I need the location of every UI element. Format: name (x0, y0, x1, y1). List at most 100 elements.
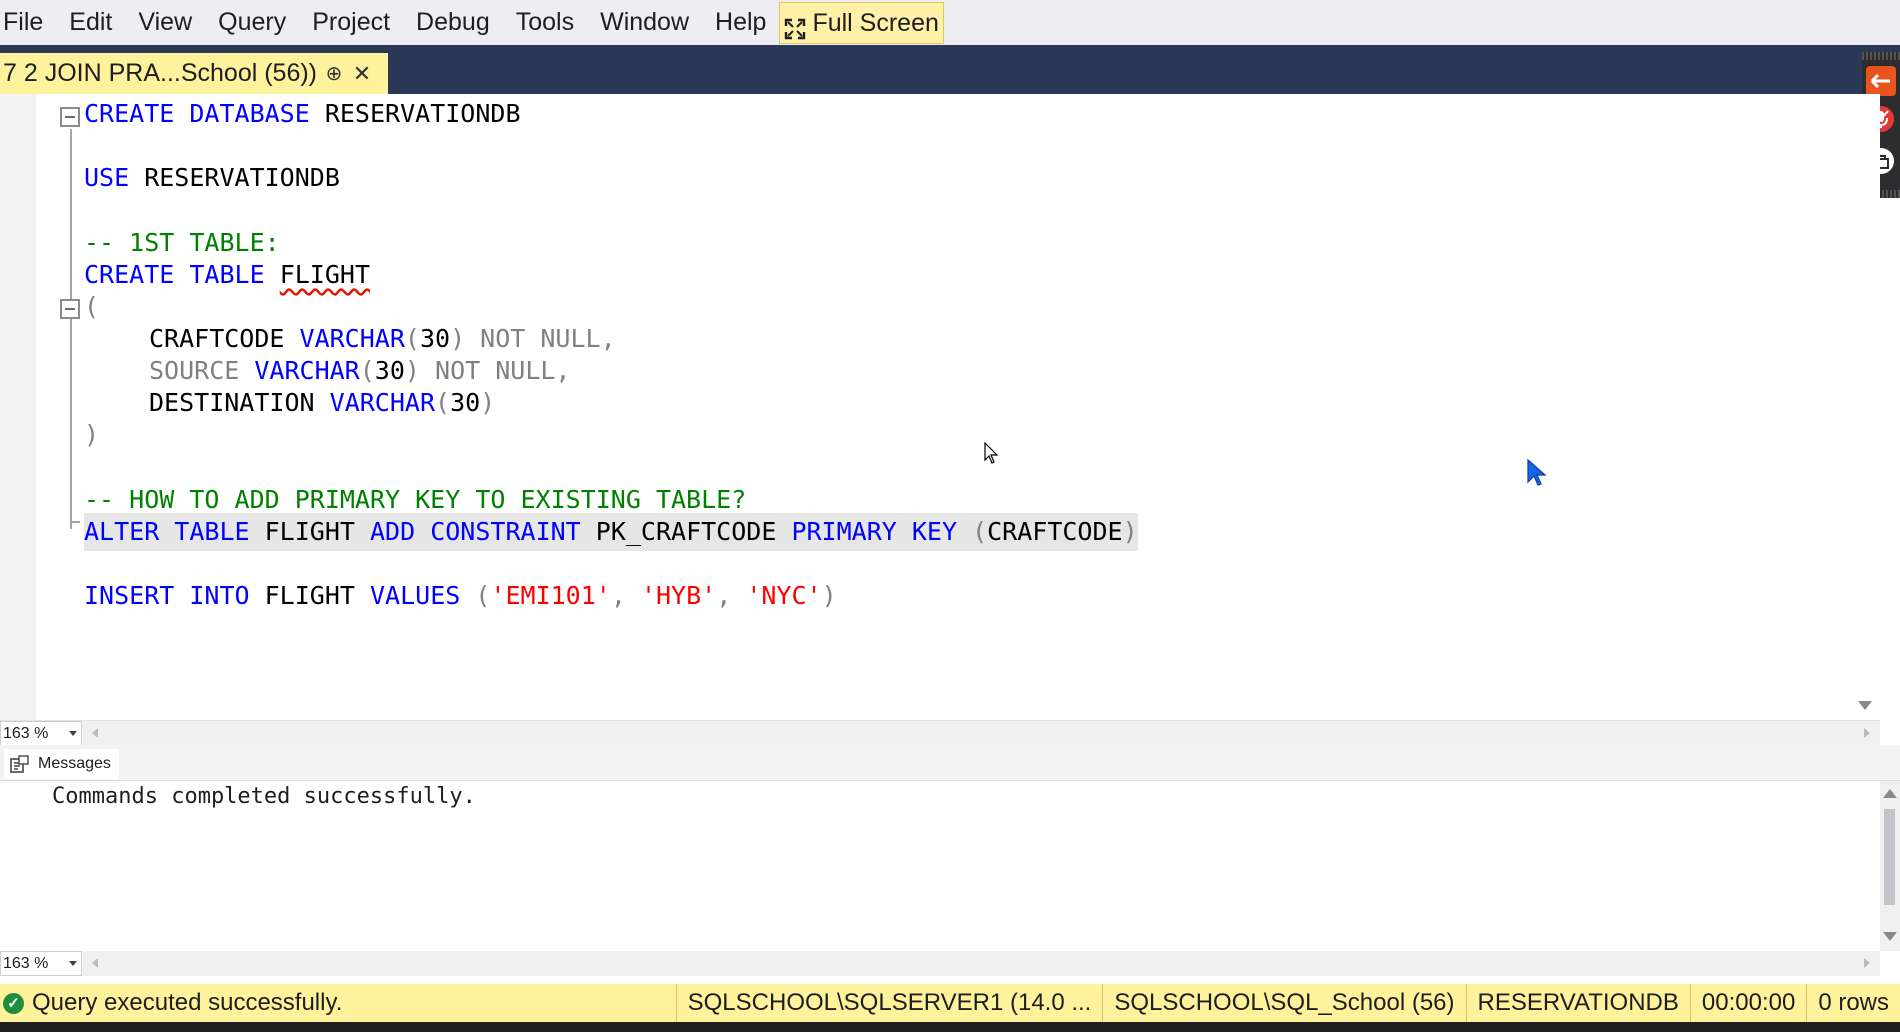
messages-tab-label: Messages (38, 755, 111, 772)
status-row-count: 0 rows (1806, 984, 1900, 1022)
highlighted-statement: ALTER TABLE FLIGHT ADD CONSTRAINT PK_CRA… (84, 513, 1138, 551)
sql-type: VARCHAR (299, 324, 405, 353)
chevron-down-icon (69, 731, 77, 736)
sql-keyword: PRIMARY KEY (791, 517, 958, 546)
editor-gutter (0, 94, 36, 720)
code-line: USE RESERVATIONDB (84, 159, 340, 197)
query-status: ✓ Query executed successfully. (0, 984, 676, 1022)
type-length: 30 (450, 388, 481, 417)
sql-identifier: PK_CRAFTCODE (580, 517, 792, 546)
code-line: CREATE DATABASE RESERVATIONDB (84, 95, 521, 133)
document-tab-title: 7 2 JOIN PRA...School (56)) (3, 59, 318, 87)
paren: ( (957, 517, 988, 546)
collapse-icon[interactable] (60, 107, 80, 127)
code-line: INSERT INTO FLIGHT VALUES ('EMI101', 'HY… (84, 577, 837, 615)
paren: ( (359, 356, 375, 385)
scroll-left-icon[interactable] (92, 958, 98, 968)
full-screen-label: Full Screen (812, 8, 939, 37)
column-name: DESTINATION (149, 388, 315, 417)
close-tab-icon[interactable]: ✕ (347, 61, 377, 87)
toolbar-grip-top[interactable] (1862, 52, 1900, 60)
status-login: SQLSCHOOL\SQL_School (56) (1102, 984, 1465, 1022)
sql-keyword: CREATE TABLE (84, 260, 265, 289)
menu-help[interactable]: Help (702, 0, 779, 45)
menu-tools[interactable]: Tools (503, 0, 587, 45)
column-name: CRAFTCODE (149, 324, 285, 353)
scroll-thumb[interactable] (1884, 809, 1895, 905)
scroll-down-icon[interactable] (1883, 932, 1897, 941)
status-database: RESERVATIONDB (1465, 984, 1690, 1022)
scroll-left-icon[interactable] (92, 728, 98, 738)
menu-query[interactable]: Query (205, 0, 299, 45)
query-status-text: Query executed successfully. (32, 989, 343, 1016)
paren: ) (821, 581, 837, 610)
editor-zoom-select[interactable]: 163 % (0, 721, 82, 746)
collapse-arrow-icon[interactable] (1866, 66, 1896, 96)
menu-window[interactable]: Window (587, 0, 702, 45)
sql-keyword: USE (84, 163, 130, 192)
separator: , (716, 581, 747, 610)
document-tab[interactable]: 7 2 JOIN PRA...School (56)) ⊕ ✕ (0, 53, 388, 94)
sql-keyword: ALTER TABLE (84, 517, 250, 546)
scroll-right-icon[interactable] (1864, 958, 1870, 968)
results-tab-strip: Messages (0, 745, 1900, 781)
paren: ) (404, 356, 420, 385)
paren: ( (404, 324, 420, 353)
sql-identifier-error: FLIGHT (279, 260, 370, 289)
sql-type: VARCHAR (329, 388, 435, 417)
open-paren: ( (84, 292, 100, 321)
menu-debug[interactable]: Debug (403, 0, 503, 45)
paren: ( (435, 388, 451, 417)
sql-identifier: FLIGHT (249, 517, 370, 546)
sql-identifier: RESERVATIONDB (309, 99, 521, 128)
menu-edit[interactable]: Edit (56, 0, 125, 45)
paren: ) (1122, 517, 1138, 546)
messages-scrollbar[interactable] (1880, 781, 1900, 951)
menu-file[interactable]: File (0, 0, 56, 45)
column-name: SOURCE (149, 356, 240, 385)
full-screen-button[interactable]: Full Screen (779, 1, 944, 44)
paren: ( (460, 581, 491, 610)
messages-zoom-value: 163 % (3, 955, 49, 972)
mouse-pointer-icon (984, 442, 999, 464)
code-line: DESTINATION VARCHAR(30) (149, 384, 495, 422)
code-line: CREATE TABLE FLIGHT (84, 256, 370, 294)
column-name: CRAFTCODE (987, 517, 1123, 546)
messages-panel[interactable]: Commands completed successfully. (0, 781, 1880, 951)
messages-tab[interactable]: Messages (4, 749, 119, 779)
messages-bottom-bar: 163 % (0, 951, 1880, 976)
sql-keyword: VALUES (370, 581, 461, 610)
query-editor[interactable]: CREATE DATABASE RESERVATIONDB USE RESERV… (0, 94, 1880, 720)
close-paren: ) (84, 420, 100, 449)
document-tab-strip: 7 2 JOIN PRA...School (56)) ⊕ ✕ (0, 45, 1900, 94)
success-check-icon: ✓ (3, 992, 24, 1014)
taskbar-edge (0, 1022, 1900, 1032)
scroll-up-icon[interactable] (1883, 789, 1897, 798)
sql-identifier: FLIGHT (249, 581, 370, 610)
type-length: 30 (374, 356, 405, 385)
collapse-icon[interactable] (60, 299, 80, 319)
status-elapsed-time: 00:00:00 (1689, 984, 1806, 1022)
sql-keyword: CREATE DATABASE (84, 99, 310, 128)
paren: ) (480, 388, 496, 417)
editor-zoom-value: 163 % (3, 725, 49, 742)
type-length: 30 (419, 324, 451, 353)
pin-icon[interactable]: ⊕ (321, 61, 347, 86)
outline-line (70, 129, 72, 529)
sql-string: 'EMI101' (490, 581, 611, 610)
messages-zoom-select[interactable]: 163 % (0, 951, 82, 976)
sql-constraint: NOT NULL, (419, 356, 571, 385)
scroll-down-icon[interactable] (1858, 701, 1872, 710)
chevron-down-icon (69, 961, 77, 966)
messages-output: Commands completed successfully. (52, 784, 476, 809)
menu-project[interactable]: Project (299, 0, 403, 45)
menu-view[interactable]: View (125, 0, 205, 45)
sql-keyword: INSERT INTO (84, 581, 250, 610)
sql-constraint: NOT NULL, (465, 324, 616, 353)
paren: ) (450, 324, 466, 353)
messages-icon (10, 755, 30, 773)
outline-end-marker (70, 521, 80, 523)
scroll-right-icon[interactable] (1864, 728, 1870, 738)
sql-type: VARCHAR (254, 356, 360, 385)
editor-bottom-bar: 163 % (0, 720, 1880, 746)
